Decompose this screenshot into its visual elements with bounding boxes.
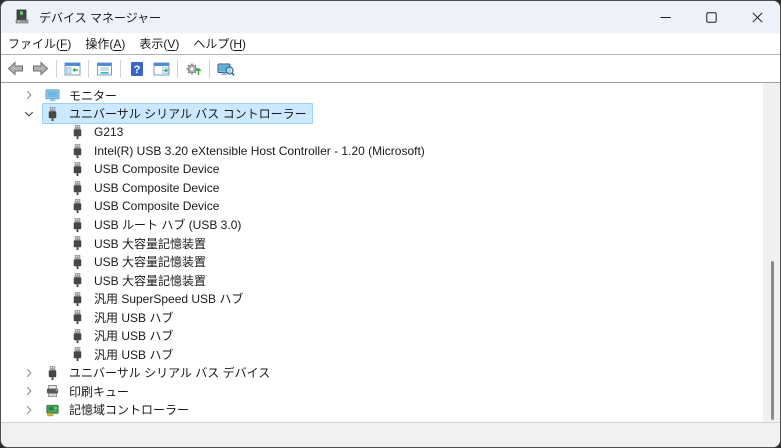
tree-row-label: USB Composite Device (94, 181, 219, 195)
device-icon (45, 365, 60, 381)
device-icon (70, 291, 85, 307)
tree-row-label: 汎用 USB ハブ (94, 309, 173, 326)
status-bar (1, 422, 780, 447)
device-manager-window: デバイス マネージャー ファイル(F) 操作(A) 表示(V) ヘルプ(H) (0, 0, 781, 448)
tree-row-content[interactable]: USB Composite Device (67, 196, 225, 216)
show-console-tree-icon[interactable] (61, 57, 84, 80)
chevron-icon[interactable] (23, 108, 35, 120)
device-icon (70, 254, 85, 270)
toolbar-separator (209, 60, 210, 78)
menu-help[interactable]: ヘルプ(H) (186, 33, 253, 54)
tree-row[interactable]: 印刷キュー (1, 382, 763, 401)
tree-row-label: 汎用 SuperSpeed USB ハブ (94, 290, 243, 307)
toolbar-separator (177, 60, 178, 78)
chevron-icon[interactable] (23, 367, 35, 379)
tree-row[interactable]: USB Composite Device (1, 197, 763, 216)
chevron-icon[interactable] (23, 385, 35, 397)
tree-row-label: ユニバーサル シリアル バス デバイス (69, 364, 270, 381)
menu-bar: ファイル(F) 操作(A) 表示(V) ヘルプ(H) (1, 33, 780, 55)
tree-row-label: 記憶域コントローラー (69, 401, 189, 418)
menu-action[interactable]: 操作(A) (78, 33, 132, 54)
device-icon (70, 180, 85, 196)
device-icon (45, 87, 60, 103)
tree-row[interactable]: USB 大容量記憶装置 (1, 234, 763, 253)
tree-row-label: USB Composite Device (94, 199, 219, 213)
tree-row[interactable]: USB ルート ハブ (USB 3.0) (1, 216, 763, 235)
help-icon[interactable]: ? (125, 57, 148, 80)
tree-row-content[interactable]: 記憶域コントローラー (42, 399, 195, 420)
tree-row-label: USB ルート ハブ (USB 3.0) (94, 216, 241, 233)
maximize-button[interactable] (688, 1, 734, 33)
tree-row-label: USB 大容量記憶装置 (94, 235, 206, 252)
device-icon (45, 402, 60, 418)
tree-row[interactable]: ユニバーサル シリアル バス コントローラー (1, 105, 763, 124)
device-icon (70, 309, 85, 325)
device-icon (45, 106, 60, 122)
device-icon (70, 198, 85, 214)
device-icon (70, 346, 85, 362)
search-computer-icon[interactable] (214, 57, 237, 80)
tree-row-label: ユニバーサル シリアル バス コントローラー (69, 105, 307, 122)
tree-row[interactable]: 汎用 USB ハブ (1, 345, 763, 364)
tree-row-label: USB Composite Device (94, 162, 219, 176)
window-title: デバイス マネージャー (39, 9, 161, 26)
tree-row-label: G213 (94, 125, 123, 139)
chevron-icon[interactable] (23, 404, 35, 416)
device-icon (45, 383, 60, 399)
scrollbar-thumb[interactable] (771, 261, 774, 420)
title-bar: デバイス マネージャー (1, 1, 780, 33)
tree-row-label: モニター (69, 87, 117, 104)
tree-row[interactable]: USB 大容量記憶装置 (1, 253, 763, 272)
svg-text:?: ? (133, 64, 140, 76)
tree-row[interactable]: モニター (1, 86, 763, 105)
scan-hardware-changes-icon[interactable] (182, 57, 205, 80)
tree-row[interactable]: USB Composite Device (1, 179, 763, 198)
menu-file[interactable]: ファイル(F) (1, 33, 78, 54)
tree-row-content[interactable]: USB Composite Device (67, 159, 225, 179)
device-manager-app-icon (14, 9, 30, 25)
tree-row-label: Intel(R) USB 3.20 eXtensible Host Contro… (94, 144, 425, 158)
forward-icon[interactable] (29, 57, 52, 80)
tree-row[interactable]: 汎用 USB ハブ (1, 308, 763, 327)
tree-row-label: 汎用 USB ハブ (94, 327, 173, 344)
device-tree: モニター (1, 83, 763, 422)
toolbar: ? (1, 55, 780, 83)
tree-row-content[interactable]: USB Composite Device (67, 178, 225, 198)
minimize-button[interactable] (642, 1, 688, 33)
tree-row-content[interactable]: G213 (67, 122, 129, 142)
toolbar-separator (56, 60, 57, 78)
tree-row[interactable]: 記憶域コントローラー (1, 401, 763, 420)
tree-row-label: USB 大容量記憶装置 (94, 272, 206, 289)
tree-row-content[interactable]: ユニバーサル シリアル バス コントローラー (42, 103, 313, 124)
tree-row[interactable]: G213 (1, 123, 763, 142)
tree-row-label: 汎用 USB ハブ (94, 346, 173, 363)
device-icon (70, 143, 85, 159)
tree-row-label: USB 大容量記憶装置 (94, 253, 206, 270)
tree-row[interactable]: 汎用 SuperSpeed USB ハブ (1, 290, 763, 309)
toolbar-separator (88, 60, 89, 78)
tree-row[interactable]: USB Composite Device (1, 160, 763, 179)
toolbar-separator (120, 60, 121, 78)
device-icon (70, 217, 85, 233)
device-icon (70, 272, 85, 288)
tree-row[interactable]: Intel(R) USB 3.20 eXtensible Host Contro… (1, 142, 763, 161)
menu-view[interactable]: 表示(V) (132, 33, 186, 54)
device-icon (70, 161, 85, 177)
device-icon (70, 124, 85, 140)
action-pane-icon[interactable] (150, 57, 173, 80)
tree-row[interactable]: USB 大容量記憶装置 (1, 271, 763, 290)
tree-row-label: 印刷キュー (69, 383, 129, 400)
properties-icon[interactable] (93, 57, 116, 80)
back-icon[interactable] (4, 57, 27, 80)
tree-row-content[interactable]: Intel(R) USB 3.20 eXtensible Host Contro… (67, 141, 431, 161)
vertical-scrollbar[interactable] (763, 83, 780, 422)
device-icon (70, 235, 85, 251)
close-button[interactable] (734, 1, 780, 33)
tree-row[interactable]: 汎用 USB ハブ (1, 327, 763, 346)
device-icon (70, 328, 85, 344)
tree-row[interactable]: ユニバーサル シリアル バス デバイス (1, 364, 763, 383)
content-area: モニター (1, 83, 780, 422)
chevron-icon[interactable] (23, 89, 35, 101)
